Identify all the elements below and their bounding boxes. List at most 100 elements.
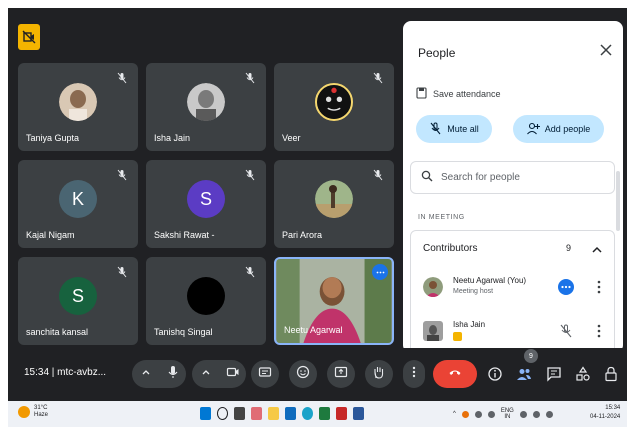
task-view-icon[interactable] [234, 407, 245, 420]
muted-mic-icon [116, 71, 130, 85]
avatar [423, 321, 443, 341]
add-person-icon [526, 122, 540, 137]
pdf-app-icon[interactable] [336, 407, 347, 420]
participant-tile[interactable]: Isha Jain [146, 63, 266, 151]
camera-button[interactable] [192, 360, 246, 388]
mute-all-button[interactable]: Mute all [416, 115, 492, 143]
participant-name: sanchita kansal [26, 327, 89, 337]
participant-tile[interactable]: Pari Arora [274, 160, 394, 248]
host-controls-icon[interactable] [603, 366, 619, 382]
meeting-time-code: 15:34 | mtc-avbz... [24, 367, 107, 378]
file-explorer-icon[interactable] [268, 407, 279, 420]
participant-tile[interactable]: Tanishq Singal [146, 257, 266, 345]
captions-icon [258, 365, 272, 384]
weather-temp: 31°C [34, 405, 48, 411]
mic-icon[interactable] [166, 365, 180, 384]
end-call-button[interactable] [433, 360, 477, 388]
participant-name: Pari Arora [282, 230, 323, 240]
lang-region: IN [504, 414, 511, 420]
list-item[interactable]: Neetu Agarwal (You) Meeting host [423, 273, 613, 303]
excel-icon[interactable] [319, 407, 330, 420]
more-options-icon[interactable] [372, 264, 388, 280]
meet-logo-icon [18, 24, 40, 50]
taskbar-clock[interactable]: 15:34 04-11-2024 [590, 404, 620, 422]
section-label: IN MEETING [418, 214, 465, 221]
reactions-button[interactable] [289, 360, 317, 388]
group-title: Contributors [423, 243, 478, 254]
participant-role: Meeting host [453, 288, 494, 295]
participant-name: Taniya Gupta [26, 133, 80, 143]
participant-tile[interactable]: S Sakshi Rawat - [146, 160, 266, 248]
group-count: 9 [566, 243, 572, 253]
avatar [423, 277, 443, 297]
participant-tile-video[interactable]: Neetu Agarwal [274, 257, 394, 345]
camera-icon[interactable] [226, 365, 240, 384]
host-options-icon[interactable] [558, 279, 574, 295]
sun-icon [18, 406, 30, 418]
clock-time: 15:34 [605, 405, 621, 411]
participant-tile[interactable]: S sanchita kansal [18, 257, 138, 345]
os-taskbar: 31°C Haze ^ ENG IN 15:34 04-11-2024 [8, 401, 627, 427]
participant-name: Neetu Agarwal [284, 325, 343, 335]
people-panel: People Save attendance Mute all Add peop… [403, 21, 623, 353]
store-icon[interactable] [285, 407, 296, 420]
muted-mic-icon[interactable] [558, 323, 574, 339]
search-input[interactable]: Search for people [410, 161, 615, 194]
raise-hand-icon [372, 365, 386, 384]
close-icon[interactable] [599, 43, 613, 57]
present-button[interactable] [327, 360, 355, 388]
tray-app-icon[interactable] [474, 410, 482, 418]
raise-hand-button[interactable] [365, 360, 393, 388]
start-icon[interactable] [200, 407, 211, 420]
panel-title: People [418, 46, 456, 60]
word-icon[interactable] [353, 407, 364, 420]
more-vert-icon[interactable] [593, 323, 605, 339]
participant-tile[interactable]: Veer [274, 63, 394, 151]
wifi-icon[interactable] [519, 410, 527, 418]
search-icon [421, 170, 433, 185]
save-attendance-label: Save attendance [433, 89, 501, 99]
present-icon [334, 365, 348, 384]
language-indicator[interactable]: ENG IN [501, 408, 514, 420]
tray-app-icon[interactable] [461, 410, 469, 418]
tray-app-icon[interactable] [487, 410, 495, 418]
avatar [59, 83, 97, 121]
chevron-up-icon[interactable] [139, 365, 153, 384]
system-tray: ^ ENG IN [453, 408, 553, 420]
more-vert-icon[interactable] [593, 279, 605, 295]
info-icon[interactable] [487, 366, 503, 382]
more-options-button[interactable] [403, 360, 425, 388]
participant-tile[interactable]: K Kajal Nigam [18, 160, 138, 248]
avatar [187, 83, 225, 121]
search-icon[interactable] [217, 407, 228, 420]
mic-button[interactable] [132, 360, 186, 388]
battery-icon[interactable] [545, 410, 553, 418]
participant-name: Isha Jain [154, 133, 191, 143]
people-count-badge: 9 [524, 349, 538, 363]
save-attendance-button[interactable]: Save attendance [416, 87, 501, 101]
weather-widget[interactable]: 31°C Haze [18, 405, 48, 419]
chevron-up-icon[interactable] [591, 243, 603, 255]
end-call-icon [448, 365, 462, 384]
chevron-up-icon[interactable] [199, 365, 213, 384]
chevron-up-icon[interactable]: ^ [453, 411, 456, 417]
edge-icon[interactable] [302, 407, 313, 420]
participant-tile[interactable]: Taniya Gupta [18, 63, 138, 151]
emoji-icon [296, 365, 310, 384]
captions-button[interactable] [251, 360, 279, 388]
list-item[interactable]: Isha Jain [423, 317, 613, 347]
meet-window: Taniya Gupta Isha Jain Veer K Kajal Niga… [8, 8, 627, 401]
muted-mic-icon [372, 168, 386, 182]
volume-icon[interactable] [532, 410, 540, 418]
widgets-icon[interactable] [251, 407, 262, 420]
mute-all-icon [429, 122, 442, 137]
chat-icon[interactable] [546, 366, 562, 382]
muted-mic-icon [116, 265, 130, 279]
people-icon[interactable] [516, 366, 532, 382]
activities-icon[interactable] [575, 366, 591, 382]
presenting-badge-icon [453, 332, 462, 341]
scrollbar[interactable] [616, 171, 620, 231]
save-attendance-icon [416, 87, 427, 101]
add-people-label: Add people [544, 124, 591, 134]
add-people-button[interactable]: Add people [513, 115, 604, 143]
